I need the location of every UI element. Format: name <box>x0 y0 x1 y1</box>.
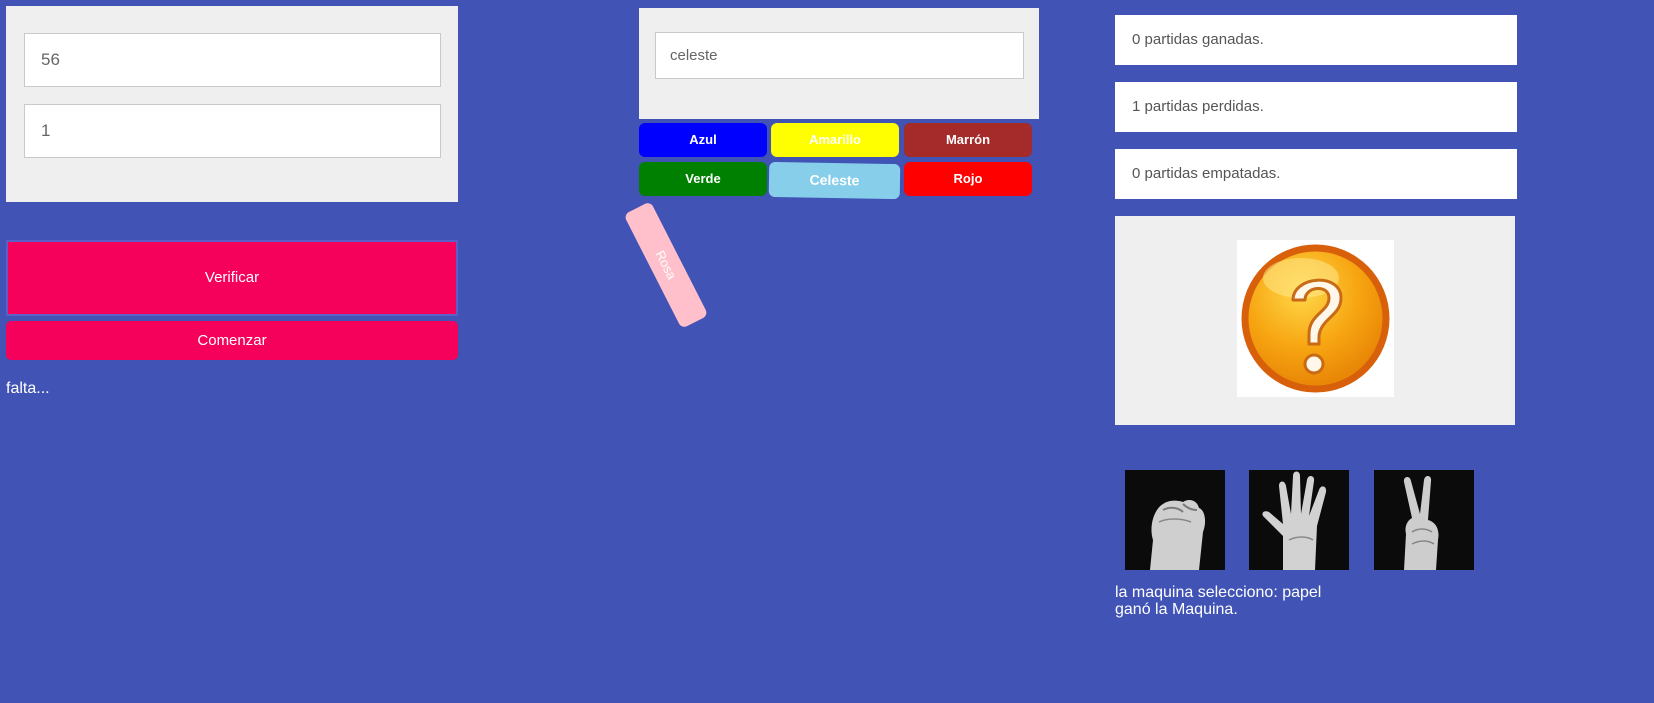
won-count: 0 partidas ganadas. <box>1115 15 1517 65</box>
color-button-rosa[interactable]: Rosa <box>623 201 709 329</box>
color-input[interactable] <box>655 32 1024 79</box>
status-text: falta... <box>6 380 50 397</box>
winner-text: ganó la Maquina. <box>1115 601 1238 618</box>
color-button-azul[interactable]: Azul <box>639 123 767 157</box>
rosa-label: Rosa <box>652 248 680 282</box>
machine-choice-card <box>1115 216 1515 425</box>
number-input-one[interactable] <box>24 33 441 87</box>
start-button[interactable]: Comenzar <box>6 321 458 360</box>
rock-hand-icon[interactable] <box>1125 470 1225 570</box>
page: Verificar Comenzar falta... Azul Amarill… <box>0 0 1654 703</box>
paper-hand-icon[interactable] <box>1249 470 1349 570</box>
color-card <box>639 8 1039 119</box>
number-input-two[interactable] <box>24 104 441 158</box>
verify-button[interactable]: Verificar <box>6 240 458 316</box>
lost-count: 1 partidas perdidas. <box>1115 82 1517 132</box>
number-card <box>6 6 458 202</box>
color-button-celeste[interactable]: Celeste <box>768 161 901 200</box>
color-button-amarillo[interactable]: Amarillo <box>771 123 899 157</box>
color-button-rojo[interactable]: Rojo <box>904 162 1032 196</box>
scissors-hand-icon[interactable] <box>1374 470 1474 570</box>
machine-choice-text: la maquina selecciono: papel <box>1115 584 1322 601</box>
color-button-marron[interactable]: Marrón <box>904 123 1032 157</box>
question-mark-icon <box>1237 240 1394 397</box>
color-button-verde[interactable]: Verde <box>639 162 767 196</box>
tied-count: 0 partidas empatadas. <box>1115 149 1517 199</box>
